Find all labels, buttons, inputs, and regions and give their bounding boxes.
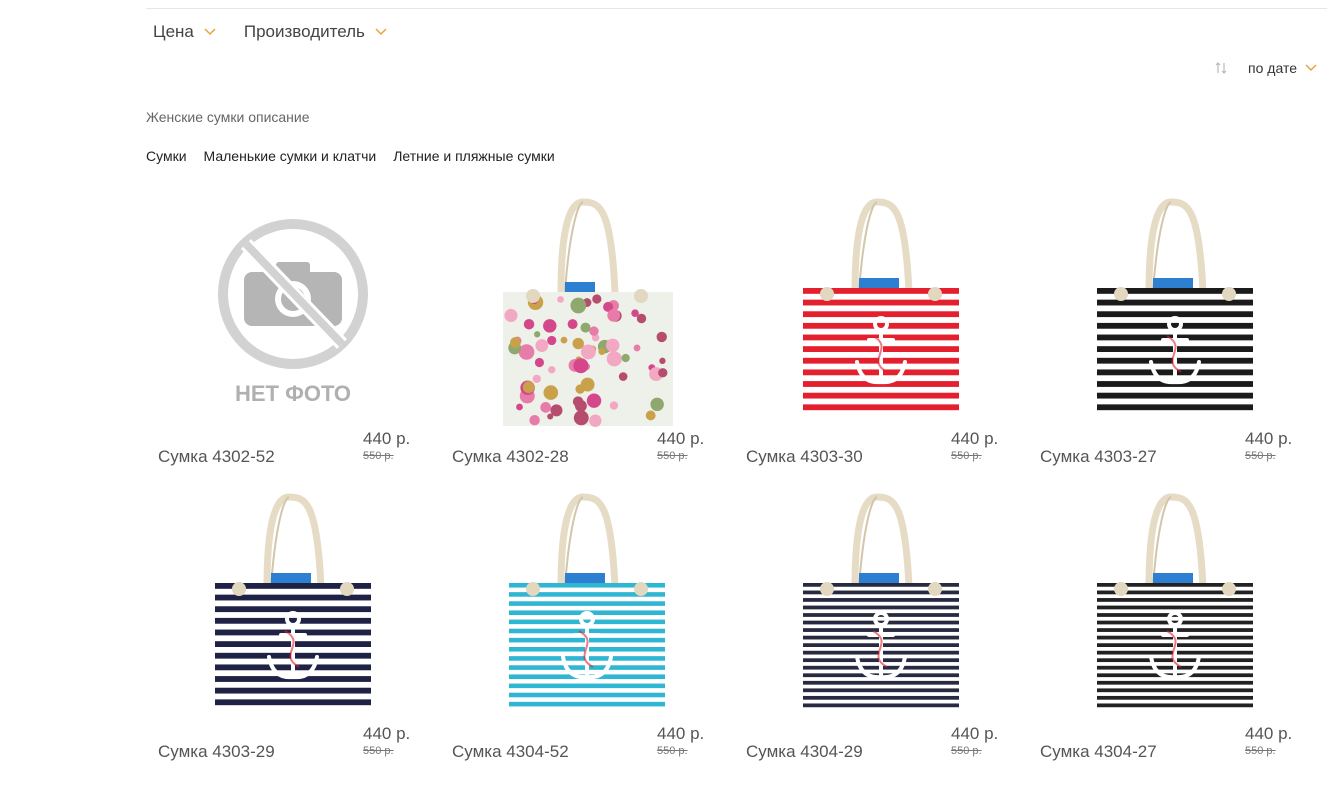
product-price: 440 р.: [1245, 724, 1293, 743]
product-name[interactable]: Сумка 4304-52: [452, 742, 569, 762]
product-image[interactable]: [470, 491, 704, 727]
product-price: 440 р.: [1245, 429, 1293, 448]
product-price: 440 р.: [951, 429, 999, 448]
product-card[interactable]: 440 р. Сумка 4304-52 550 р.: [440, 491, 734, 786]
filter-price-label: Цена: [153, 22, 194, 41]
filter-manufacturer[interactable]: Производитель: [244, 22, 387, 42]
product-old-price: 550 р.: [657, 450, 688, 462]
bag-image: [1097, 493, 1253, 711]
chevron-down-icon: [1305, 64, 1317, 72]
subcategory-links: Сумки Маленькие сумки и клатчи Летние и …: [146, 148, 555, 164]
subcategory-bags[interactable]: Сумки: [146, 148, 187, 164]
sort-icon: [1215, 62, 1227, 74]
bag-image: [503, 198, 673, 427]
filter-price[interactable]: Цена: [153, 22, 216, 42]
product-name[interactable]: Сумка 4304-29: [746, 742, 863, 762]
sort-label: по дате: [1248, 60, 1297, 76]
product-old-price: 550 р.: [1245, 745, 1276, 757]
product-card[interactable]: 440 р. Сумка 4304-27 550 р.: [1028, 491, 1322, 786]
product-card[interactable]: НЕТ ФОТО 440 р. Сумка 4302-52 550 р.: [146, 196, 440, 491]
product-card[interactable]: 440 р. Сумка 4303-29 550 р.: [146, 491, 440, 786]
product-image[interactable]: [764, 196, 998, 432]
product-name[interactable]: Сумка 4302-52: [158, 447, 275, 467]
product-old-price: 550 р.: [1245, 450, 1276, 462]
bag-image: [1097, 198, 1253, 416]
sort-dropdown[interactable]: по дате: [1214, 60, 1317, 76]
product-card[interactable]: 440 р. Сумка 4304-29 550 р.: [734, 491, 1028, 786]
product-name[interactable]: Сумка 4303-29: [158, 742, 275, 762]
product-name[interactable]: Сумка 4302-28: [452, 447, 569, 467]
filter-manufacturer-label: Производитель: [243, 22, 365, 41]
product-card[interactable]: 440 р. Сумка 4303-27 550 р.: [1028, 196, 1322, 491]
product-old-price: 550 р.: [951, 450, 982, 462]
product-old-price: 550 р.: [657, 745, 688, 757]
product-price: 440 р.: [363, 724, 411, 743]
bag-image: [803, 198, 959, 416]
product-card[interactable]: 440 р. Сумка 4303-30 550 р.: [734, 196, 1028, 491]
subcategory-summer-beach-bags[interactable]: Летние и пляжные сумки: [393, 148, 554, 164]
top-divider: [146, 8, 1327, 9]
product-price: 440 р.: [363, 429, 411, 448]
chevron-down-icon: [204, 28, 216, 36]
category-description: Женские сумки описание: [146, 109, 310, 125]
product-name[interactable]: Сумка 4304-27: [1040, 742, 1157, 762]
product-price: 440 р.: [657, 429, 705, 448]
no-photo-icon: НЕТ ФОТО: [218, 219, 368, 406]
product-price: 440 р.: [657, 724, 705, 743]
bag-image: [509, 493, 665, 711]
product-old-price: 550 р.: [363, 745, 394, 757]
bag-image: [215, 493, 371, 711]
product-name[interactable]: Сумка 4303-27: [1040, 447, 1157, 467]
chevron-down-icon: [375, 28, 387, 36]
product-image[interactable]: [176, 491, 410, 727]
product-card[interactable]: 440 р. Сумка 4302-28 550 р.: [440, 196, 734, 491]
product-name[interactable]: Сумка 4303-30: [746, 447, 863, 467]
product-image[interactable]: [1058, 196, 1292, 432]
product-grid: НЕТ ФОТО 440 р. Сумка 4302-52 550 р. 440 р. С…: [146, 196, 1326, 786]
subcategory-small-bags-clutches[interactable]: Маленькие сумки и клатчи: [204, 148, 377, 164]
product-image[interactable]: НЕТ ФОТО: [176, 196, 410, 432]
product-old-price: 550 р.: [951, 745, 982, 757]
product-image[interactable]: [1058, 491, 1292, 727]
product-image[interactable]: [764, 491, 998, 727]
filter-bar: Цена Производитель: [153, 22, 387, 42]
product-old-price: 550 р.: [363, 450, 394, 462]
product-image[interactable]: [470, 196, 704, 432]
no-photo-text: НЕТ ФОТО: [235, 381, 351, 406]
product-price: 440 р.: [951, 724, 999, 743]
bag-image: [803, 493, 959, 711]
